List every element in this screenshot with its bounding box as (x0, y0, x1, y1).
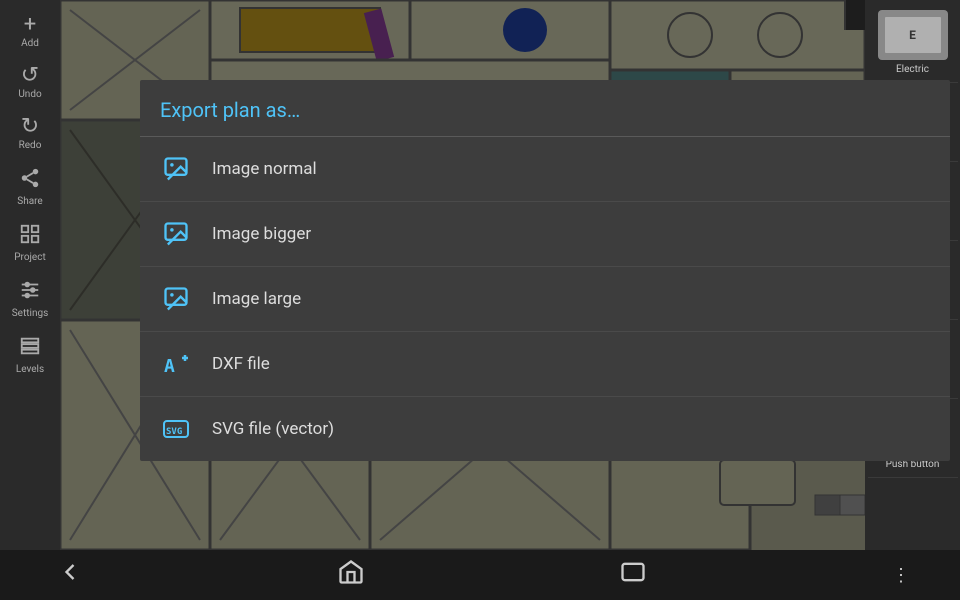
image-bigger-label: Image bigger (212, 224, 311, 244)
share-button[interactable]: Share (4, 161, 56, 213)
export-dialog: Export plan as… Image normal Image bigge… (140, 80, 950, 461)
electric-icon: E (878, 10, 948, 60)
back-button[interactable] (40, 550, 100, 600)
project-label: Project (14, 252, 46, 263)
export-image-normal[interactable]: Image normal (140, 137, 950, 202)
home-button[interactable] (321, 550, 381, 600)
redo-button[interactable]: ↻ Redo (4, 110, 56, 157)
add-icon: + (24, 14, 36, 36)
settings-icon (19, 279, 41, 306)
image-bigger-icon (160, 218, 192, 250)
dxf-label: DXF file (212, 354, 270, 374)
right-item-electric[interactable]: E Electric (868, 4, 958, 83)
svg-text:A: A (164, 356, 175, 377)
image-normal-icon (160, 153, 192, 185)
undo-icon: ↺ (21, 65, 39, 87)
image-large-label: Image large (212, 289, 301, 309)
svg-text:SVG: SVG (166, 427, 182, 437)
svg-label: SVG file (vector) (212, 419, 334, 439)
undo-label: Undo (18, 89, 41, 100)
settings-button[interactable]: Settings (4, 273, 56, 325)
export-image-large[interactable]: Image large (140, 267, 950, 332)
project-button[interactable]: Project (4, 217, 56, 269)
more-button[interactable]: ⋮ (884, 557, 920, 594)
bottom-nav-bar: ⋮ (0, 550, 960, 600)
settings-label: Settings (12, 308, 49, 319)
export-dxf[interactable]: A DXF file (140, 332, 950, 397)
dialog-title: Export plan as… (140, 80, 950, 137)
redo-icon: ↻ (21, 116, 39, 138)
redo-label: Redo (19, 140, 42, 151)
share-label: Share (17, 196, 42, 207)
add-button[interactable]: + Add (4, 8, 56, 55)
recent-button[interactable] (603, 550, 663, 600)
image-normal-label: Image normal (212, 159, 317, 179)
levels-icon (19, 335, 41, 362)
levels-label: Levels (16, 364, 44, 375)
share-icon (19, 167, 41, 194)
levels-button[interactable]: Levels (4, 329, 56, 381)
image-large-icon (160, 283, 192, 315)
export-svg[interactable]: SVG SVG file (vector) (140, 397, 950, 461)
project-icon (19, 223, 41, 250)
export-image-bigger[interactable]: Image bigger (140, 202, 950, 267)
svg-icon: SVG (160, 413, 192, 445)
undo-button[interactable]: ↺ Undo (4, 59, 56, 106)
left-toolbar: + Add ↺ Undo ↻ Redo Share Project (0, 0, 60, 550)
dxf-icon: A (160, 348, 192, 380)
electric-label: Electric (896, 64, 929, 76)
add-label: Add (21, 38, 39, 49)
